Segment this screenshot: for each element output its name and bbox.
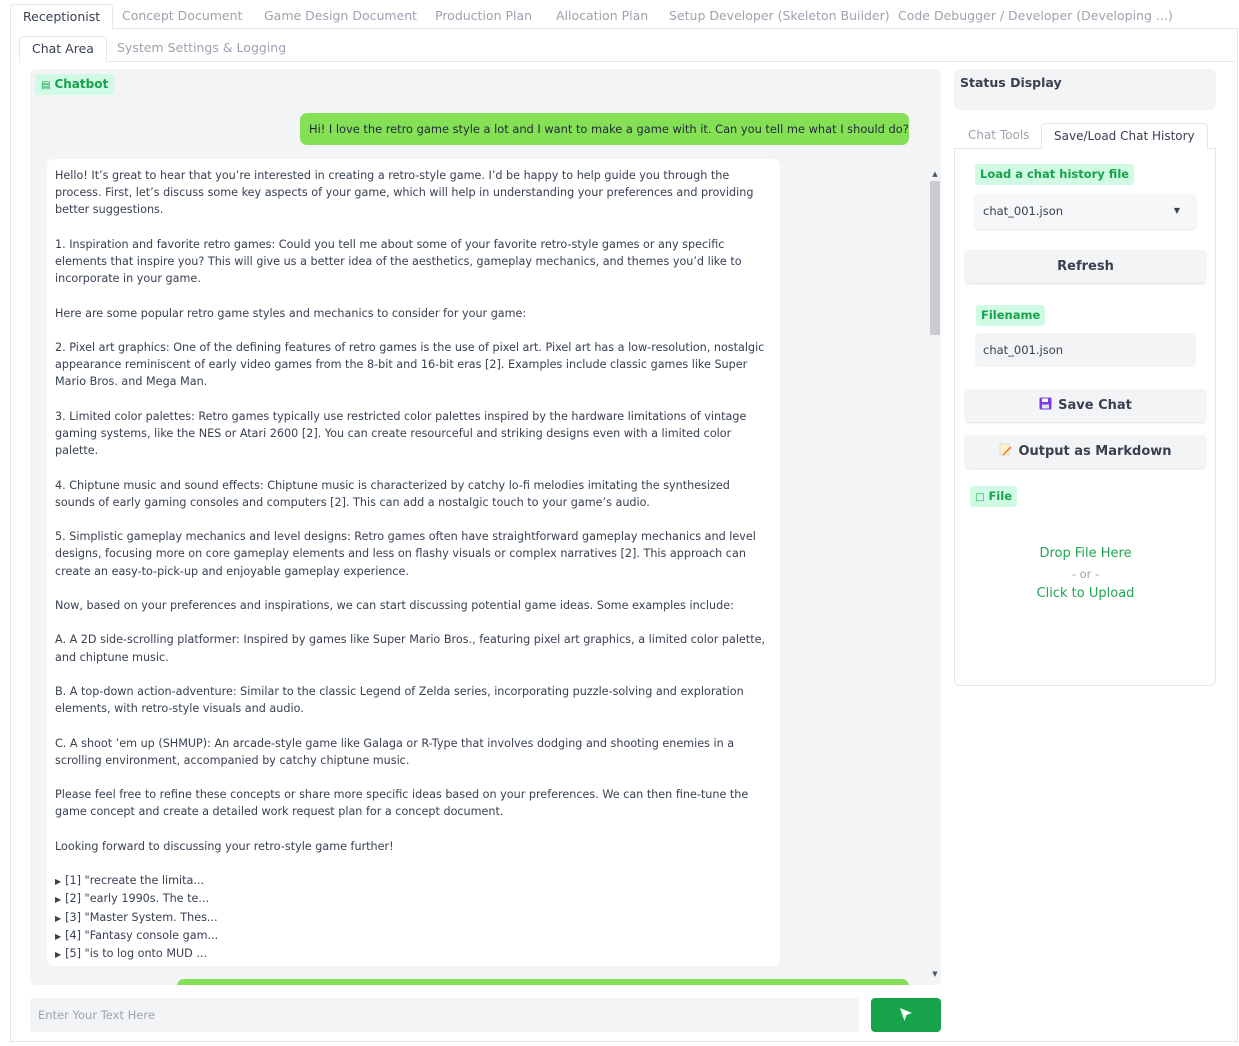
top-tab-bar: Receptionist Concept Document Game Desig… [10,0,1238,30]
or-text: - or - [1071,567,1100,581]
reference-item[interactable]: ▶ [2] "early 1990s. The te... [55,890,772,908]
chat-scrollbar[interactable]: ▲ ▼ [930,169,940,979]
expand-triangle-icon: ▶ [55,895,62,905]
bot-paragraph: Please feel free to refine these concept… [55,788,749,819]
cursor-arrow-icon [900,1008,912,1021]
scroll-thumb[interactable] [930,181,940,335]
bot-paragraph: 3. Limited color palettes: Retro games t… [55,409,747,458]
tab-game-design-document[interactable]: Game Design Document [252,4,429,29]
status-display: Status Display [954,69,1216,110]
chatbot-label: ▤ Chatbot [35,74,115,95]
expand-triangle-icon: ▶ [55,949,62,959]
bot-paragraph: 5. Simplistic gameplay mechanics and lev… [55,530,756,578]
save-chat-button[interactable]: Save Chat [965,389,1206,422]
scroll-up-arrow-icon[interactable]: ▲ [930,169,940,179]
sub-tab-bar: Chat Area System Settings & Logging [19,36,1235,63]
floppy-disk-icon [1039,390,1052,423]
reference-item[interactable]: ▶ [5] "is to log onto MUD ... [55,945,772,963]
tab-production-plan[interactable]: Production Plan [423,4,544,29]
chatbot-label-text: Chatbot [54,77,109,91]
scroll-down-arrow-icon[interactable]: ▼ [930,969,940,979]
user-message: Hi! I love the retro game style a lot an… [300,113,909,145]
tab-system-settings[interactable]: System Settings & Logging [105,36,298,62]
bot-paragraph: Hello! It’s great to hear that you’re in… [55,169,754,217]
bot-paragraph: 2. Pixel art graphics: One of the defini… [55,340,765,389]
bot-paragraph: 4. Chiptune music and sound effects: Chi… [55,478,730,509]
chat-bubble-icon: ▤ [41,80,51,91]
expand-triangle-icon: ▶ [55,913,62,923]
file-icon: □ [975,492,985,503]
bot-paragraph: A. A 2D side-scrolling platformer: Inspi… [55,633,766,664]
tab-chat-tools[interactable]: Chat Tools [956,123,1041,149]
bot-paragraph: 1. Inspiration and favorite retro games:… [55,237,742,286]
save-load-panel: Load a chat history file chat_001.json ▼… [954,148,1216,686]
click-to-upload-text[interactable]: Click to Upload [965,584,1206,604]
right-tab-bar: Chat Tools Save/Load Chat History [954,123,1216,150]
reference-list: ▶ [1] "recreate the limita... ▶ [2] "early… [55,872,772,963]
tab-code-debugger[interactable]: Code Debugger / Developer (Developing ..… [886,4,1185,29]
reference-item[interactable]: ▶ [1] "recreate the limita... [55,872,772,890]
output-markdown-label: Output as Markdown [1018,444,1172,459]
history-file-dropdown[interactable]: chat_001.json ▼ [975,194,1196,229]
memo-pencil-icon [999,436,1012,469]
bot-paragraph: B. A top-down action-adventure: Similar … [55,684,744,716]
chevron-down-icon: ▼ [1173,206,1180,215]
reference-item[interactable]: ▶ [3] "Master System. Thes... [55,909,772,927]
status-title: Status Display [960,75,1062,90]
bot-paragraph: Now, based on your preferences and inspi… [55,598,734,612]
filename-input[interactable]: chat_001.json [975,333,1196,367]
chat-input[interactable] [30,998,859,1032]
bot-paragraph: Here are some popular retro game styles … [55,306,527,320]
save-chat-label: Save Chat [1058,398,1132,413]
tab-chat-area[interactable]: Chat Area [19,36,107,63]
tab-concept-document[interactable]: Concept Document [110,4,254,29]
dropdown-value: chat_001.json [983,204,1064,218]
file-drop-zone[interactable]: Drop File Here - or - Click to Upload [965,544,1206,614]
bot-message: Hello! It’s great to hear that you’re in… [47,159,780,966]
chat-panel: ▤ Chatbot Hi! I love the retro game style… [30,69,941,985]
refresh-button[interactable]: Refresh [965,250,1206,283]
tab-setup-developer[interactable]: Setup Developer (Skeleton Builder) [657,4,902,29]
reference-item[interactable]: ▶ [4] "Fantasy console gam... [55,927,772,945]
output-markdown-button[interactable]: Output as Markdown [965,435,1206,468]
bot-paragraph: C. A shoot ’em up (SHMUP): An arcade-sty… [55,736,735,767]
tab-receptionist[interactable]: Receptionist [10,4,114,30]
load-history-label: Load a chat history file [975,164,1135,185]
expand-triangle-icon: ▶ [55,877,62,887]
expand-triangle-icon: ▶ [55,931,62,941]
send-button[interactable] [871,998,941,1032]
user-message-partial [177,979,909,985]
tab-save-load-history[interactable]: Save/Load Chat History [1041,123,1208,150]
tab-allocation-plan[interactable]: Allocation Plan [544,4,660,29]
bot-paragraph: Looking forward to discussing your retro… [55,839,394,853]
file-label: □ File [970,486,1017,507]
filename-label: Filename [976,305,1046,326]
drop-file-text: Drop File Here [1039,546,1132,561]
